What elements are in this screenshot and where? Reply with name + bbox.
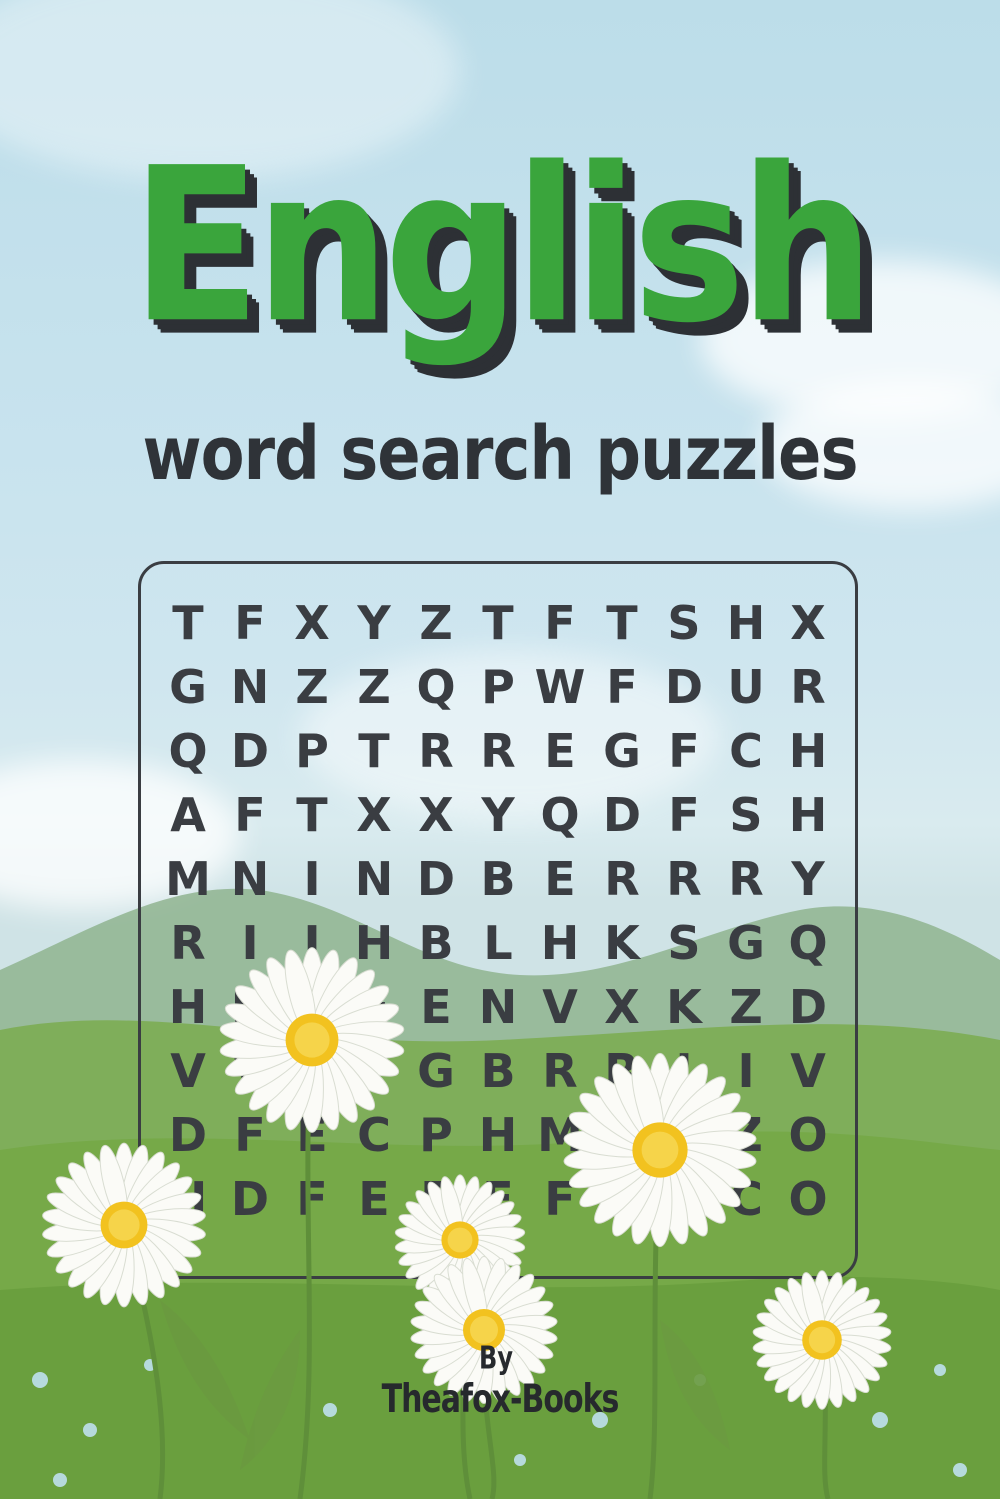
- book-cover: English word search puzzles TFXYZTFTSHXG…: [0, 0, 1000, 1499]
- daisy-flower: [42, 1142, 206, 1308]
- daisy-flower: [563, 1052, 757, 1248]
- author-name: Theafox-Books: [381, 1376, 620, 1423]
- byline: By Theafox-Books: [0, 1340, 1000, 1422]
- daisy-flower: [219, 947, 405, 1133]
- by-label: By: [479, 1339, 513, 1377]
- daisy-flowers: [42, 947, 892, 1499]
